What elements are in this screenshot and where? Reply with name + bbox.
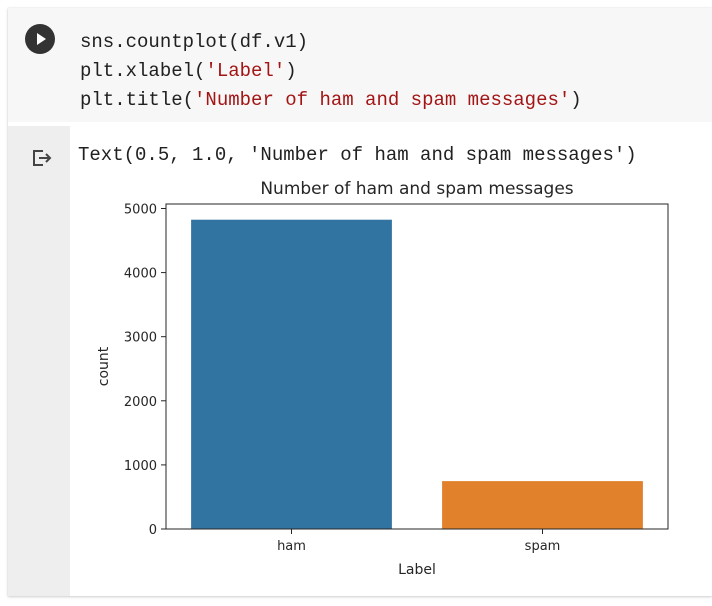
notebook-cell: sns.countplot(df.v1) plt.xlabel('Label')… [8, 8, 712, 596]
x-tick-label-spam: spam [525, 539, 561, 554]
code-line-3: plt.title('Number of ham and spam messag… [80, 86, 582, 115]
code-string-literal: 'Label' [205, 60, 286, 82]
y-tick-label: 3000 [124, 331, 157, 346]
play-icon [37, 33, 46, 45]
run-cell-button[interactable] [25, 24, 55, 54]
code-text: plt.title( [80, 89, 195, 111]
bar-ham [191, 219, 392, 529]
code-line-1: sns.countplot(df.v1) [80, 28, 582, 57]
cell-output: Text(0.5, 1.0, 'Number of ham and spam m… [8, 126, 712, 596]
code-string-literal: 'Number of ham and spam messages' [194, 89, 571, 111]
code-lines: sns.countplot(df.v1) plt.xlabel('Label')… [80, 28, 582, 115]
x-axis-label: Label [398, 562, 436, 578]
output-gutter [8, 126, 70, 596]
y-tick-label: 4000 [124, 267, 157, 282]
code-text: ) [570, 89, 582, 111]
code-editor[interactable]: sns.countplot(df.v1) plt.xlabel('Label')… [8, 8, 712, 122]
code-text: ) [285, 60, 297, 82]
y-axis-label: count [96, 346, 112, 386]
bar-spam [442, 481, 643, 529]
code-line-2: plt.xlabel('Label') [80, 57, 582, 86]
code-text: sns.countplot(df.v1) [80, 31, 309, 53]
chart-title: Number of ham and spam messages [260, 179, 573, 199]
output-arrow-icon[interactable] [30, 146, 54, 170]
y-tick-label: 2000 [124, 395, 157, 410]
countplot-chart: Number of ham and spam messages ham spam 0… [96, 179, 669, 578]
y-tick-label: 5000 [124, 202, 157, 217]
y-tick-label: 0 [149, 523, 157, 538]
y-tick-label: 1000 [124, 459, 157, 474]
plot-area: ham spam 0 1000 2000 3000 4000 5000 [124, 202, 669, 554]
code-text: plt.xlabel( [80, 60, 206, 82]
output-text: Text(0.5, 1.0, 'Number of ham and spam m… [78, 144, 637, 166]
x-tick-label-ham: ham [277, 539, 306, 554]
